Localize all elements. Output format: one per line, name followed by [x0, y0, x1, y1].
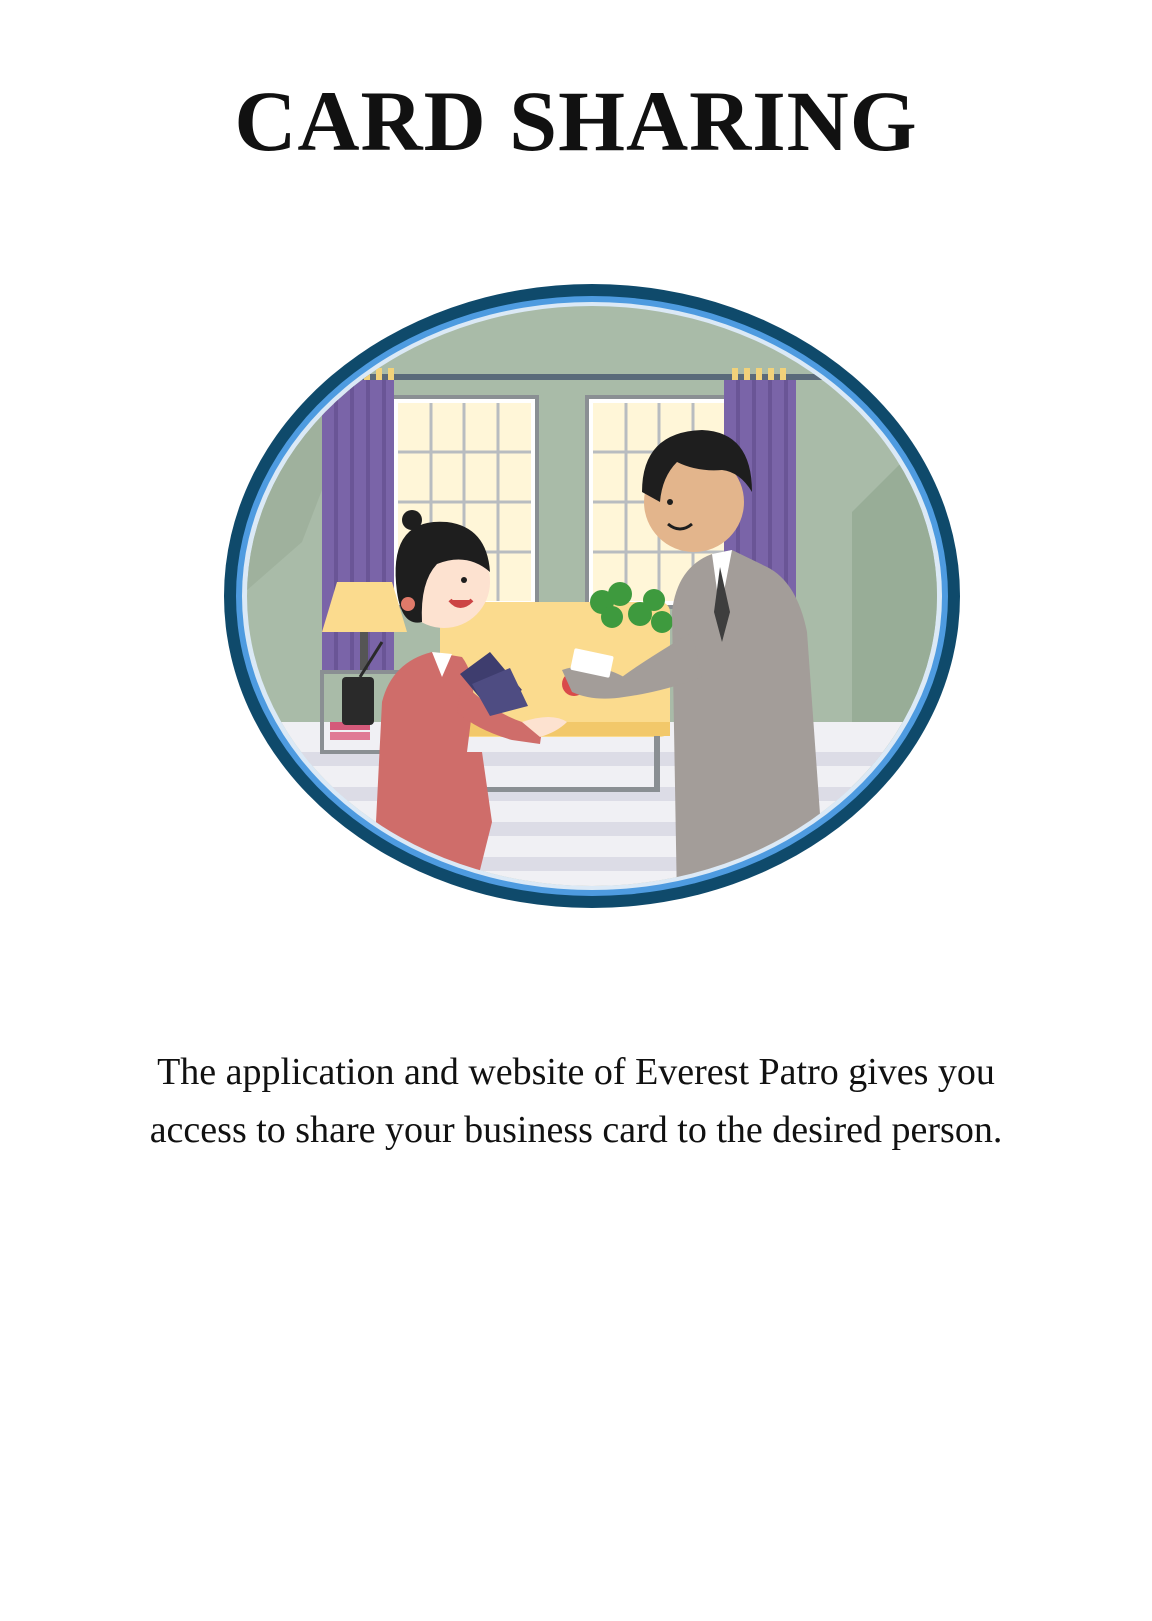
description-line-2: access to share your business card to th… — [149, 1109, 1003, 1151]
handbag — [342, 677, 374, 725]
curtain-rod — [332, 374, 842, 380]
business-card-exchange-illustration — [224, 284, 960, 908]
description-text: The application and website of Everest P… — [40, 1043, 1112, 1159]
page-title: CARD SHARING — [234, 73, 918, 169]
description-line-1: The application and website of Everest P… — [157, 1051, 995, 1093]
